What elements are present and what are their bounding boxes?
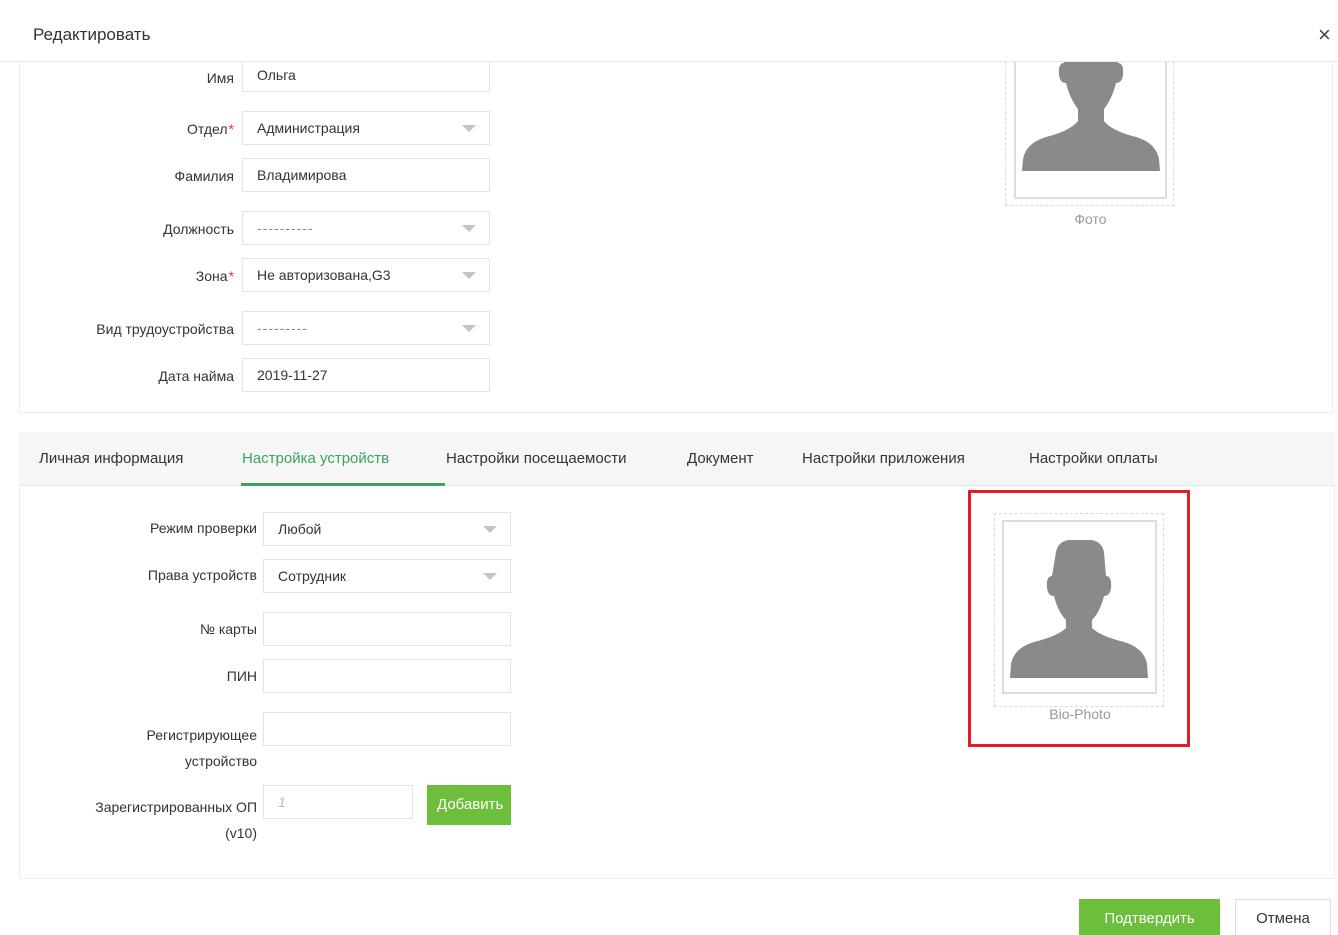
card-number-label: № карты xyxy=(199,621,257,637)
hire-date-label: Дата найма xyxy=(158,368,234,384)
position-label: Должность xyxy=(163,221,234,237)
tab-payment-settings[interactable]: Настройки оплаты xyxy=(1029,432,1158,486)
tab-document[interactable]: Документ xyxy=(687,432,754,486)
cancel-button[interactable]: Отмена xyxy=(1235,899,1331,935)
device-rights-label: Права устройств xyxy=(147,567,257,583)
tab-attendance-settings[interactable]: Настройки посещаемости xyxy=(446,432,626,486)
pin-input[interactable] xyxy=(263,659,511,693)
device-rights-select[interactable]: Сотрудник xyxy=(263,559,511,593)
photo-caption: Фото xyxy=(1074,211,1107,227)
caret-down-icon xyxy=(462,225,476,232)
tab-app-settings[interactable]: Настройки приложения xyxy=(802,432,965,486)
card-number-input[interactable] xyxy=(263,612,511,646)
person-silhouette-icon xyxy=(1022,47,1160,171)
caret-down-icon xyxy=(483,573,497,580)
first-name-input[interactable]: Ольга xyxy=(242,58,490,92)
tab-personal-info[interactable]: Личная информация xyxy=(39,432,183,486)
photo-upload-area[interactable]: Фото xyxy=(1005,45,1174,227)
required-star: * xyxy=(228,268,234,284)
verify-mode-label: Режим проверки xyxy=(149,520,257,536)
zone-label: Зона* xyxy=(195,268,234,284)
verify-mode-select[interactable]: Любой xyxy=(263,512,511,546)
tabs-bar: Личная информация Настройка устройств На… xyxy=(19,432,1335,486)
hire-date-input[interactable]: 2019-11-27 xyxy=(242,358,490,392)
last-name-label: Фамилия xyxy=(174,168,234,184)
caret-down-icon xyxy=(483,526,497,533)
zone-select[interactable]: Не авторизована,G3 xyxy=(242,258,490,292)
registered-fp-label: Зарегистрированных ОП (v10) xyxy=(95,799,257,841)
highlight-box xyxy=(968,490,1190,747)
dialog-title: Редактировать xyxy=(33,25,151,44)
close-icon[interactable]: × xyxy=(1318,24,1338,46)
tab-device-settings[interactable]: Настройка устройств xyxy=(242,432,389,486)
registered-fp-input[interactable]: 1 xyxy=(263,785,413,819)
position-select[interactable]: ---------- xyxy=(242,211,490,245)
first-name-label: Имя xyxy=(206,70,234,86)
photo-frame xyxy=(1014,45,1167,199)
enroll-device-label: Регистрирующее устройство xyxy=(146,727,257,769)
caret-down-icon xyxy=(462,325,476,332)
enroll-device-input[interactable] xyxy=(263,712,511,746)
add-button[interactable]: Добавить xyxy=(427,785,511,825)
caret-down-icon xyxy=(462,125,476,132)
department-label: Отдел* xyxy=(187,121,234,137)
last-name-input[interactable]: Владимирова xyxy=(242,158,490,192)
required-star: * xyxy=(228,121,234,137)
caret-down-icon xyxy=(462,272,476,279)
employment-type-label: Вид трудоустройства xyxy=(96,321,234,337)
dialog-header: Редактировать × xyxy=(0,0,1338,62)
confirm-button[interactable]: Подтвердить xyxy=(1079,899,1220,935)
employment-type-select[interactable]: --------- xyxy=(242,311,490,345)
pin-label: ПИН xyxy=(226,668,257,684)
department-select[interactable]: Администрация xyxy=(242,111,490,145)
